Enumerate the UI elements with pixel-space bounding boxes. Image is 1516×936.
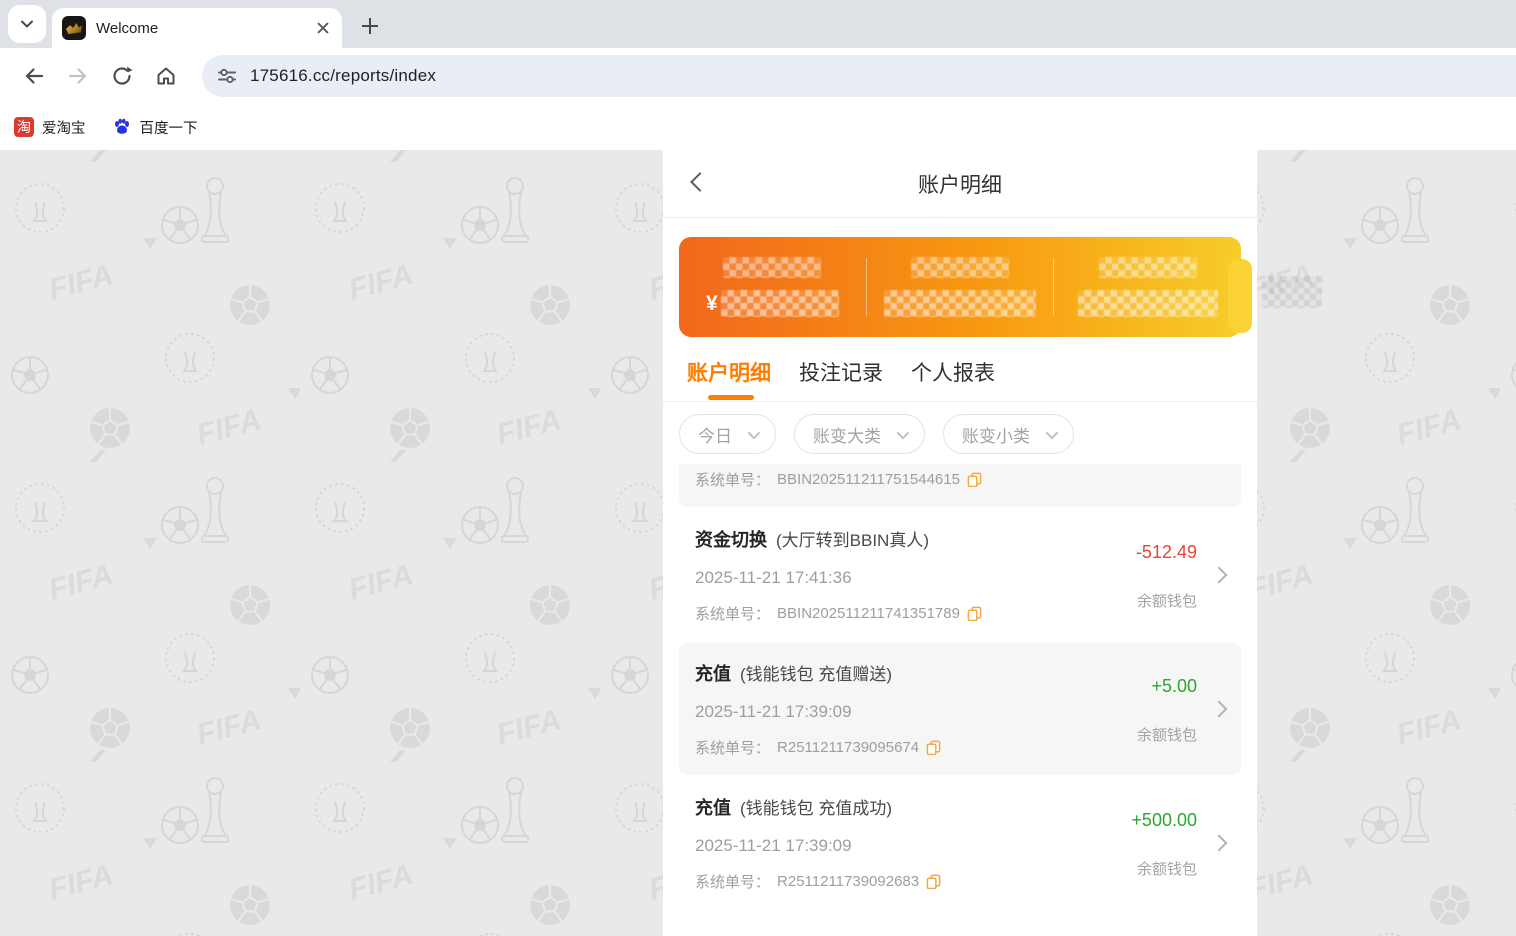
site-favicon-icon	[62, 16, 86, 40]
transaction-row[interactable]: 充值 (钱能钱包 充值赠送) 2025-11-21 17:39:09 系统单号：…	[679, 643, 1241, 775]
filter-major-category[interactable]: 账变大类	[794, 414, 925, 454]
url-text[interactable]: 175616.cc/reports/index	[250, 66, 436, 86]
filter-date-range[interactable]: 今日	[679, 414, 776, 454]
copy-icon[interactable]	[926, 874, 941, 889]
summary-label-masked	[911, 257, 1009, 278]
wallet-label: 余额钱包	[1136, 592, 1197, 610]
transaction-list[interactable]: 系统单号： BBIN202511211751544615 资金切换 (大厅转到B…	[663, 464, 1257, 936]
chevron-down-icon	[21, 20, 33, 28]
summary-col-2	[867, 257, 1054, 317]
wallet-label: 余额钱包	[1136, 860, 1197, 878]
transaction-row[interactable]: 资金切换 (大厅转到BBIN真人) 2025-11-21 17:41:36 系统…	[679, 509, 1241, 641]
url-bar[interactable]: 175616.cc/reports/index	[202, 55, 1516, 97]
chevron-right-icon[interactable]	[1210, 834, 1228, 852]
site-settings-icon[interactable]	[216, 65, 238, 87]
browser-tab[interactable]: Welcome	[52, 8, 342, 48]
currency-symbol: ¥	[705, 291, 718, 315]
summary-value-masked	[884, 290, 1036, 317]
summary-value-masked	[720, 290, 839, 317]
home-icon	[157, 67, 175, 85]
transaction-row[interactable]: 充值 (钱能钱包 充值成功) 2025-11-21 17:39:09 系统单号：…	[679, 777, 1241, 909]
reload-button[interactable]	[100, 54, 144, 98]
forward-button[interactable]	[56, 54, 100, 98]
page-content: FIFA FIFA 账户明细 ¥	[0, 150, 1516, 936]
summary-label-masked	[1098, 257, 1197, 278]
baidu-paw-icon	[114, 118, 129, 134]
browser-toolbar: 175616.cc/reports/index	[0, 48, 1516, 104]
forward-arrow-icon	[68, 68, 87, 84]
bookmark-baidu[interactable]: 百度一下	[112, 117, 198, 138]
filters-row: 今日 账变大类 账变小类	[663, 402, 1257, 464]
summary-label-masked	[723, 257, 822, 278]
chevron-right-icon[interactable]	[1210, 566, 1228, 584]
reload-icon	[113, 66, 133, 85]
copy-icon[interactable]	[967, 606, 982, 621]
amount: +500.00	[1131, 809, 1197, 830]
browser-tab-strip: Welcome	[0, 0, 1516, 48]
bookmark-aitaobao[interactable]: 淘 爱淘宝	[14, 117, 86, 138]
filter-minor-category[interactable]: 账变小类	[943, 414, 1074, 454]
back-arrow-icon	[25, 68, 44, 84]
page-title: 账户明细	[918, 173, 1002, 197]
summary-col-1: ¥	[679, 257, 866, 317]
copy-icon[interactable]	[926, 740, 941, 755]
new-tab-button[interactable]	[356, 12, 384, 40]
tab-list-button[interactable]	[8, 5, 46, 43]
summary-card: ¥	[679, 237, 1252, 337]
copy-icon[interactable]	[967, 472, 982, 487]
report-tabs: 账户明细 投注记录 个人报表	[663, 337, 1257, 401]
panel-header: 账户明细	[663, 150, 1257, 218]
censored-blob	[1262, 276, 1322, 308]
account-detail-panel: 账户明细 ¥ 账户明细 投注记录 个人报表 今日 账变大类 账变小类 系统单号：…	[663, 150, 1257, 936]
back-button[interactable]	[12, 54, 56, 98]
tab-personal-report[interactable]: 个人报表	[911, 357, 995, 401]
summary-value-masked	[1077, 290, 1218, 317]
chevron-down-icon	[1045, 426, 1059, 439]
taobao-icon: 淘	[14, 117, 34, 137]
transaction-row-partial[interactable]: 系统单号： BBIN202511211751544615	[679, 464, 1241, 507]
tab-bet-records[interactable]: 投注记录	[799, 357, 883, 401]
chevron-right-icon[interactable]	[1210, 700, 1228, 718]
back-chevron-icon[interactable]	[690, 172, 710, 192]
chevron-down-icon	[747, 426, 761, 439]
amount: -512.49	[1135, 541, 1197, 562]
tab-title: Welcome	[96, 19, 159, 37]
active-tab-underline	[708, 395, 754, 400]
chevron-down-icon	[896, 426, 910, 439]
wallet-label: 余额钱包	[1136, 726, 1197, 744]
bookmarks-bar: 淘 爱淘宝 百度一下	[0, 104, 1516, 150]
home-button[interactable]	[144, 54, 188, 98]
summary-col-3	[1054, 257, 1241, 317]
amount: +5.00	[1151, 675, 1197, 696]
tab-close-icon[interactable]	[314, 19, 332, 37]
